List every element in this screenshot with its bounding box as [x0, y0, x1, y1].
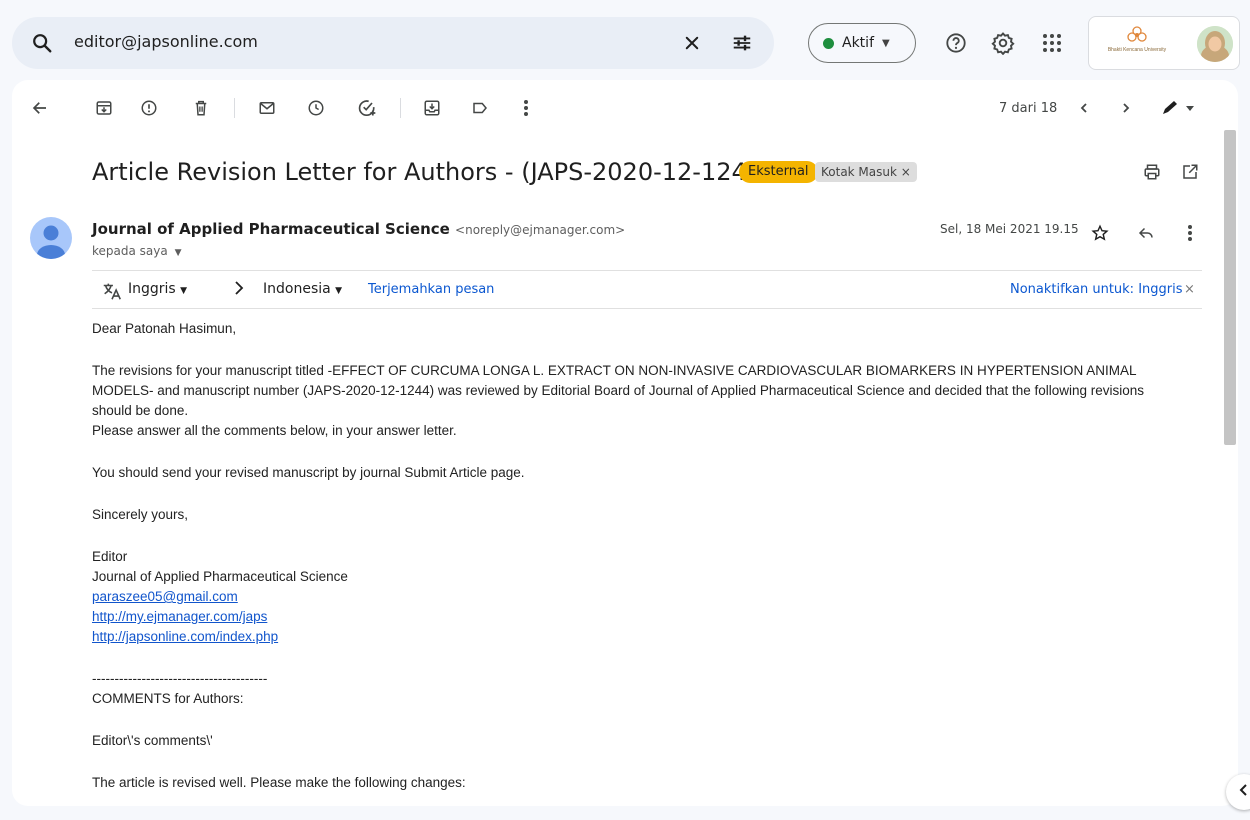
divider-line: ---------------------------------------: [92, 671, 268, 686]
scrollbar[interactable]: [1224, 130, 1236, 445]
recipient-details[interactable]: kepada saya ▼: [92, 244, 181, 258]
disable-translation-link[interactable]: Nonaktifkan untuk: Inggris: [1010, 282, 1183, 297]
target-language-dropdown[interactable]: Indonesia ▼: [263, 281, 342, 297]
search-input[interactable]: editor@japsonline.com: [74, 32, 258, 51]
add-task-icon[interactable]: [355, 96, 379, 120]
org-logo: Bhakti Kencana University: [1108, 25, 1166, 61]
body-paragraph: The article is revised well. Please make…: [92, 775, 466, 790]
body-paragraph: The revisions for your manuscript titled…: [92, 363, 1145, 418]
status-label: Aktif: [842, 35, 874, 51]
signature-journal: Journal of Applied Pharmaceutical Scienc…: [92, 569, 348, 584]
close-icon[interactable]: ×: [1184, 282, 1195, 297]
remove-label-icon[interactable]: ×: [901, 165, 911, 179]
comments-heading: COMMENTS for Authors:: [92, 691, 244, 706]
message-view: 7 dari 18 Article Revision Letter for Au…: [12, 80, 1238, 806]
search-options-icon[interactable]: [730, 31, 754, 55]
star-icon[interactable]: [1088, 221, 1112, 245]
top-bar: editor@japsonline.com Aktif ▼ Bhakti Ken…: [0, 0, 1250, 80]
avatar[interactable]: [1197, 26, 1233, 62]
website-link[interactable]: http://my.ejmanager.com/japs: [92, 609, 267, 624]
chevron-left-icon: [1239, 783, 1249, 802]
toolbar-divider: [400, 98, 401, 118]
open-new-window-icon[interactable]: [1178, 160, 1202, 184]
back-arrow-icon[interactable]: [28, 96, 52, 120]
source-language: Inggris: [128, 281, 176, 297]
apps-icon[interactable]: [1040, 31, 1064, 55]
prev-message-icon[interactable]: [1072, 96, 1096, 120]
page-count: 7 dari 18: [999, 101, 1058, 116]
translate-bar: Inggris ▼ Indonesia ▼ Terjemahkan pesan …: [92, 270, 1202, 309]
chevron-down-icon: ▼: [180, 286, 188, 296]
input-tools-icon[interactable]: [1158, 96, 1198, 120]
settings-icon[interactable]: [991, 31, 1015, 55]
recipient-text: kepada saya: [92, 244, 168, 258]
search-icon[interactable]: [30, 31, 54, 55]
status-dot: [823, 37, 834, 49]
reply-icon[interactable]: [1134, 221, 1158, 245]
chevron-down-icon[interactable]: ▼: [175, 248, 182, 258]
message-toolbar: 7 dari 18: [12, 80, 1238, 136]
label-icon[interactable]: [468, 96, 492, 120]
account-switcher[interactable]: Bhakti Kencana University: [1088, 16, 1240, 70]
external-label: Eksternal: [739, 161, 818, 183]
archive-icon[interactable]: [92, 96, 116, 120]
email-link[interactable]: paraszee05@gmail.com: [92, 589, 238, 604]
report-spam-icon[interactable]: [137, 96, 161, 120]
message-subject: Article Revision Letter for Authors - (J…: [92, 158, 772, 186]
help-icon[interactable]: [944, 31, 968, 55]
chevron-right-icon: [234, 281, 244, 299]
chevron-down-icon: ▼: [335, 286, 343, 296]
sender-avatar[interactable]: [30, 217, 72, 259]
website-link[interactable]: http://japsonline.com/index.php: [92, 629, 278, 644]
next-message-icon[interactable]: [1114, 96, 1138, 120]
sender-name: Journal of Applied Pharmaceutical Scienc…: [92, 220, 625, 238]
close-icon[interactable]: [680, 31, 704, 55]
side-panel-toggle[interactable]: [1226, 774, 1250, 810]
org-name: Bhakti Kencana University: [1107, 47, 1167, 53]
mark-unread-icon[interactable]: [255, 96, 279, 120]
body-paragraph: You should send your revised manuscript …: [92, 465, 525, 480]
print-icon[interactable]: [1140, 160, 1164, 184]
toolbar-divider: [234, 98, 235, 118]
translate-message-link[interactable]: Terjemahkan pesan: [368, 282, 494, 297]
target-language: Indonesia: [263, 281, 331, 297]
move-to-icon[interactable]: [420, 96, 444, 120]
more-vert-icon[interactable]: [514, 96, 538, 120]
editor-comments-heading: Editor\'s comments\': [92, 733, 213, 748]
more-vert-icon[interactable]: [1178, 221, 1202, 245]
status-button[interactable]: Aktif ▼: [808, 23, 916, 63]
sender-name-text: Journal of Applied Pharmaceutical Scienc…: [92, 220, 450, 238]
closing: Sincerely yours,: [92, 507, 189, 522]
translate-icon: [100, 279, 124, 303]
body-paragraph: Please answer all the comments below, in…: [92, 423, 457, 438]
signature-role: Editor: [92, 549, 128, 564]
source-language-dropdown[interactable]: Inggris ▼: [128, 281, 187, 297]
message-date: Sel, 18 Mei 2021 19.15: [940, 222, 1079, 236]
snooze-icon[interactable]: [304, 96, 328, 120]
greeting: Dear Patonah Hasimun,: [92, 321, 237, 336]
chevron-down-icon: ▼: [882, 37, 890, 49]
sender-email: <noreply@ejmanager.com>: [455, 223, 626, 237]
inbox-label-text: Kotak Masuk: [821, 165, 897, 179]
delete-icon[interactable]: [189, 96, 213, 120]
message-body: Dear Patonah Hasimun, The revisions for …: [92, 319, 1182, 793]
search-bar[interactable]: editor@japsonline.com: [12, 17, 774, 69]
inbox-label[interactable]: Kotak Masuk ×: [815, 162, 917, 182]
